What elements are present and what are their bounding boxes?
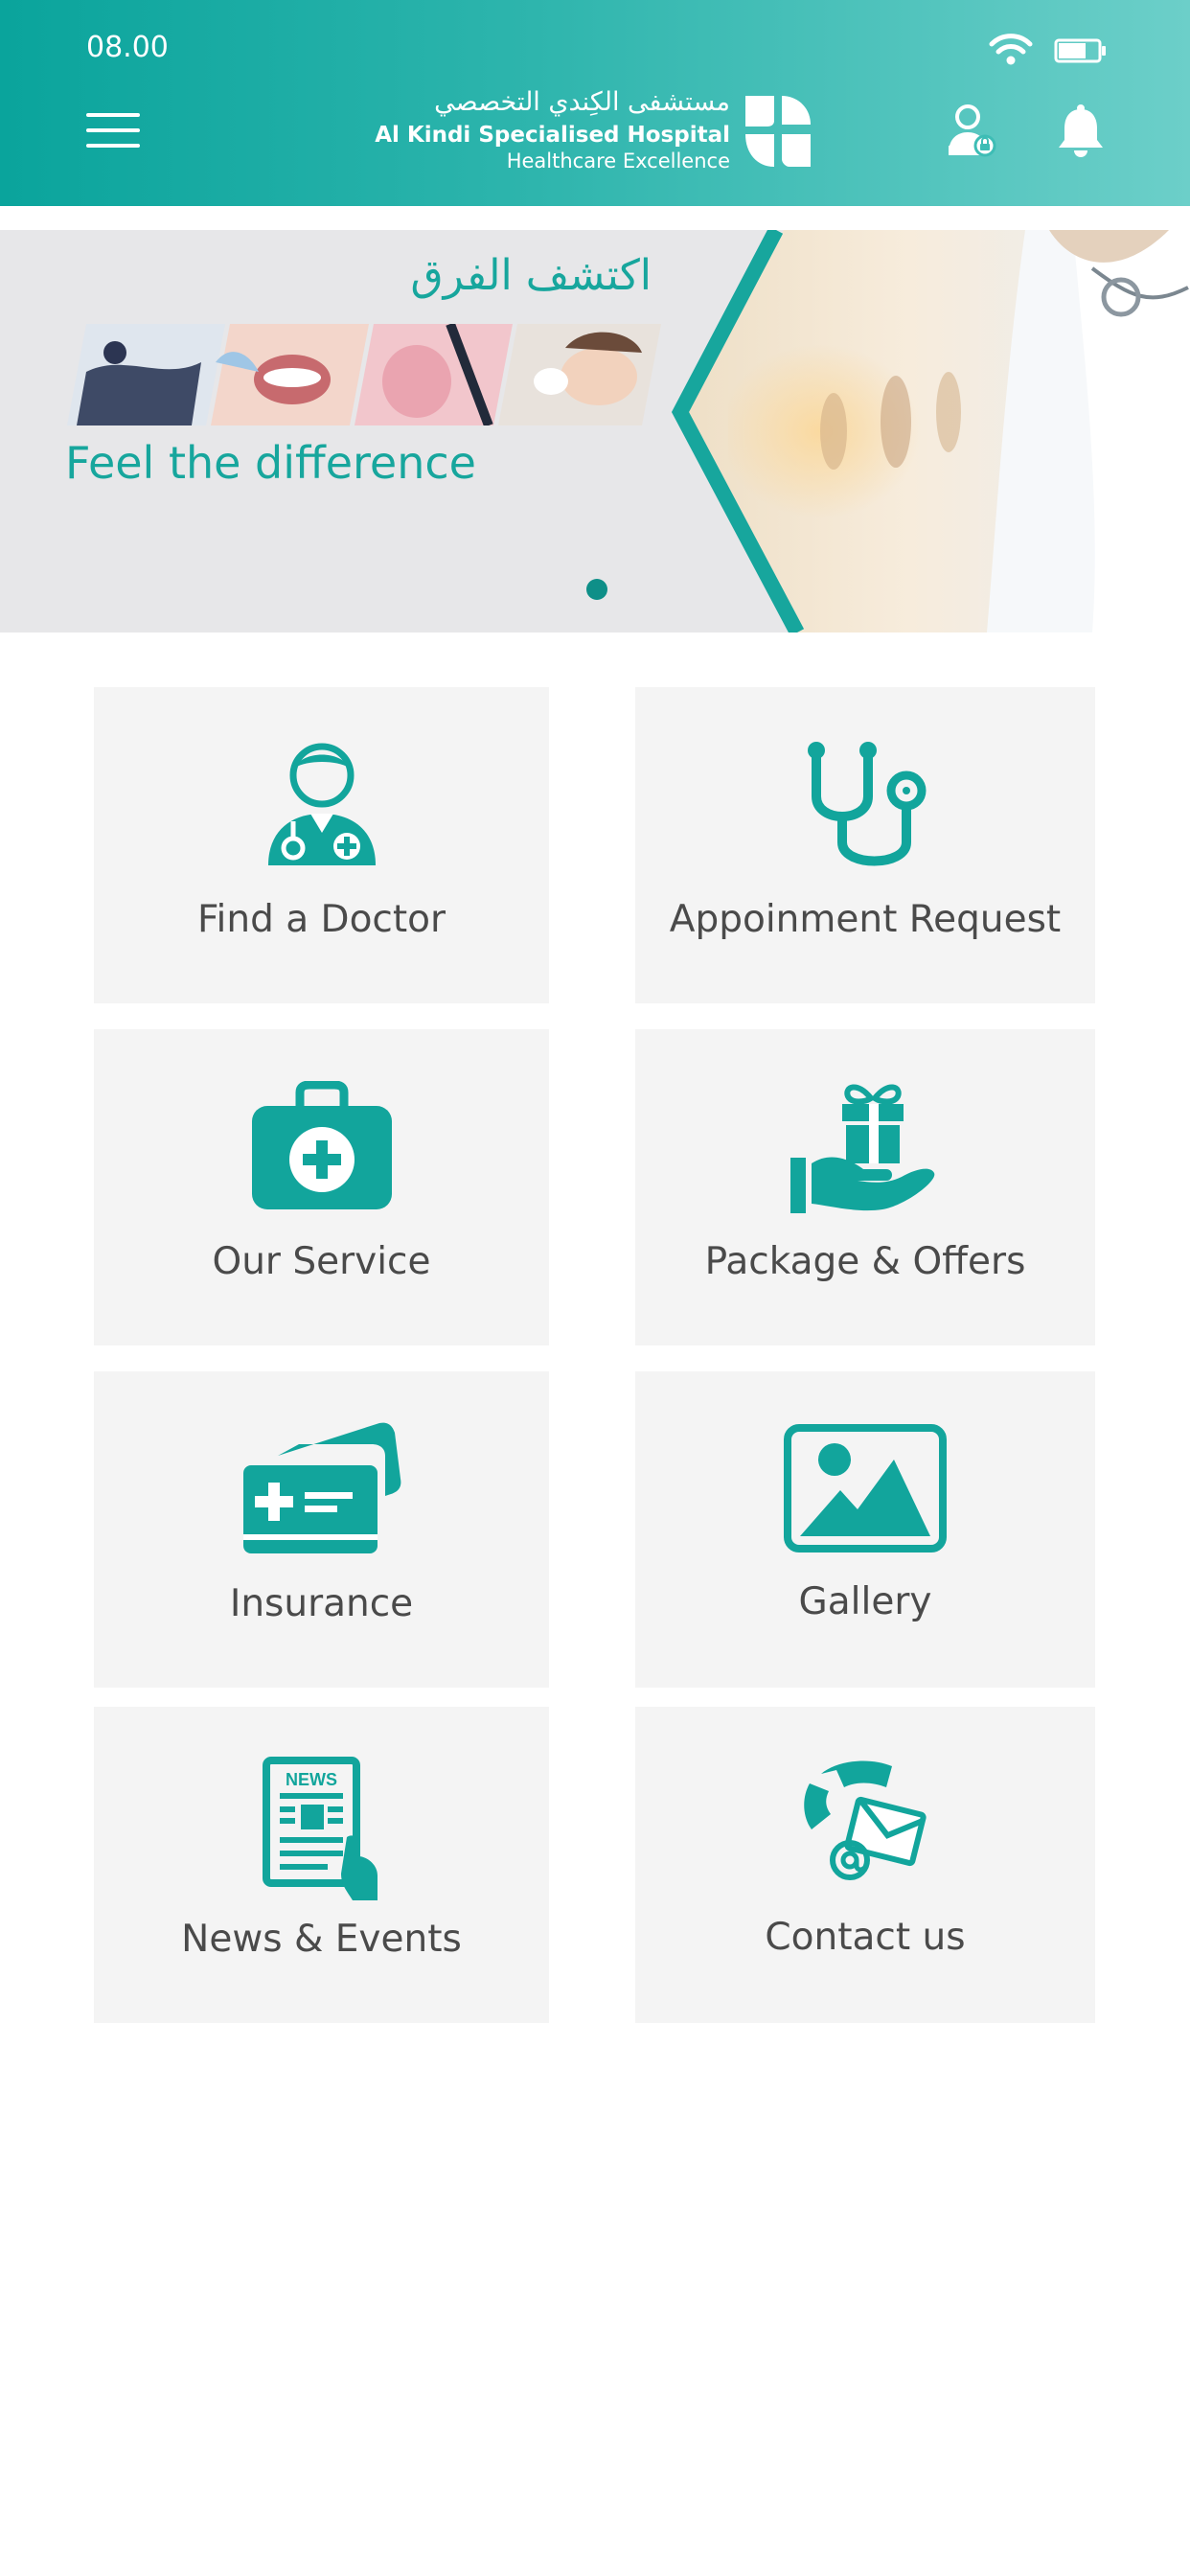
tile-our-service[interactable]: Our Service (94, 1029, 549, 1346)
battery-icon (1054, 38, 1106, 63)
newspaper-icon: NEWS (262, 1757, 378, 1900)
tile-label: Find a Doctor (196, 898, 446, 941)
bell-icon[interactable] (1056, 104, 1106, 157)
tile-label: News & Events (181, 1918, 462, 1961)
status-time: 08.00 (86, 31, 169, 64)
app-header: 08.00 مستشفى الكِندي التخصصي Al Kindi Sp… (0, 0, 1190, 206)
hospital-logo: مستشفى الكِندي التخصصي Al Kindi Speciali… (375, 87, 814, 176)
tile-label: Contact us (765, 1916, 966, 1959)
tile-package-offers[interactable]: Package & Offers (635, 1029, 1095, 1346)
tile-appointment-request[interactable]: Appoinment Request (635, 687, 1095, 1003)
banner-tagline: Feel the difference (65, 437, 476, 489)
tile-label: Package & Offers (704, 1240, 1026, 1283)
banner-treatment-images (67, 324, 661, 426)
doctor-icon (267, 743, 376, 865)
tile-gallery[interactable]: Gallery (635, 1371, 1095, 1688)
stethoscope-icon (808, 742, 927, 866)
svg-text:NEWS: NEWS (286, 1770, 337, 1789)
gift-hand-icon (790, 1084, 935, 1213)
logo-mark-icon (745, 96, 811, 167)
hamburger-menu-icon[interactable] (86, 111, 140, 150)
tile-find-a-doctor[interactable]: Find a Doctor (94, 687, 549, 1003)
tile-label: Appoinment Request (669, 898, 1062, 941)
phone-envelope-icon (804, 1760, 927, 1880)
banner-hospital-photo (671, 230, 1190, 632)
logo-hospital-name: Al Kindi Specialised Hospital (375, 123, 730, 148)
promo-banner[interactable]: اكتشف الفرق Feel the difference (0, 230, 1190, 632)
banner-arabic-text: اكتشف الفرق (410, 251, 652, 300)
tile-label: Insurance (229, 1582, 414, 1625)
logo-arabic-name: مستشفى الكِندي التخصصي (434, 87, 730, 117)
medical-kit-icon (251, 1081, 392, 1209)
tile-contact-us[interactable]: Contact us (635, 1707, 1095, 2023)
logo-tagline: Healthcare Excellence (506, 150, 730, 172)
tile-label: Our Service (212, 1240, 431, 1283)
wifi-icon (989, 34, 1033, 65)
tile-news-events[interactable]: NEWS News & Events (94, 1707, 549, 2023)
gallery-image-icon (784, 1424, 947, 1552)
insurance-card-icon (242, 1422, 400, 1553)
tile-insurance[interactable]: Insurance (94, 1371, 549, 1688)
doctor-profile-icon[interactable] (947, 104, 996, 157)
carousel-dot-active[interactable] (586, 579, 607, 600)
tile-label: Gallery (798, 1580, 932, 1623)
